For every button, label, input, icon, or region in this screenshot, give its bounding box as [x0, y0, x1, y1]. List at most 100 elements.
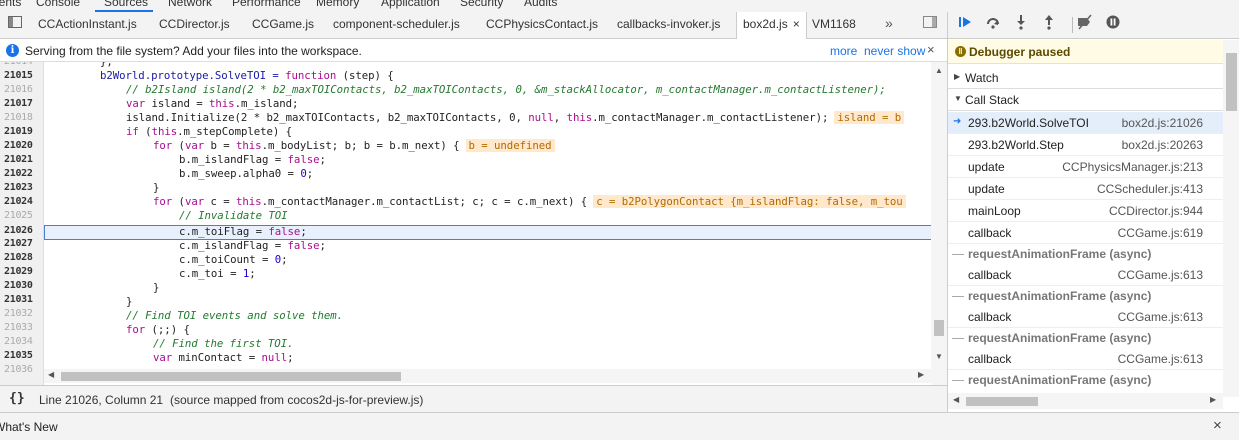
frame-location[interactable]: CCGame.js:619: [1118, 226, 1203, 240]
editor-vertical-scrollbar[interactable]: ▲ ▼: [931, 62, 947, 385]
frame-location[interactable]: box2d.js:21026: [1122, 116, 1203, 130]
panel-tab-elements[interactable]: ients: [0, 0, 21, 9]
line-number[interactable]: 21035: [4, 350, 40, 361]
step-out-icon[interactable]: [1038, 14, 1060, 36]
line-number[interactable]: 21018: [4, 112, 40, 123]
scroll-down-icon[interactable]: ▼: [935, 352, 943, 361]
infobar-close-icon[interactable]: ×: [927, 42, 935, 57]
code-token: false: [287, 153, 320, 166]
frame-location[interactable]: CCGame.js:613: [1118, 310, 1203, 324]
line-number[interactable]: 21030: [4, 280, 40, 291]
tab-callbacks-invoker[interactable]: callbacks-invoker.js: [617, 17, 720, 31]
deactivate-breakpoints-icon[interactable]: [1074, 14, 1096, 36]
frame-location[interactable]: CCScheduler.js:413: [1097, 182, 1203, 196]
call-stack-section-header[interactable]: ▼ Call Stack: [948, 89, 1223, 111]
frame-location[interactable]: CCGame.js:613: [1118, 268, 1203, 282]
step-into-icon[interactable]: [1010, 14, 1032, 36]
step-over-icon[interactable]: [982, 14, 1004, 36]
line-number[interactable]: 21015: [4, 70, 40, 81]
line-number[interactable]: 21029: [4, 266, 40, 277]
panel-tab-audits[interactable]: Audits: [524, 0, 557, 9]
code-token: island.Initialize(2 * b2_maxTOIContacts,…: [126, 111, 529, 124]
frame-location[interactable]: box2d.js:20263: [1122, 138, 1203, 152]
async-boundary: requestAnimationFrame (async): [948, 370, 1223, 390]
tab-component-scheduler[interactable]: component-scheduler.js: [333, 17, 460, 31]
pretty-print-icon[interactable]: {}: [9, 391, 25, 406]
call-frame[interactable]: callback CCGame.js:613: [948, 264, 1223, 286]
code-line-21027: c.m_islandFlag = false;: [179, 239, 326, 253]
editor-horizontal-scrollbar[interactable]: ◀ ▶: [44, 369, 931, 383]
sidebar-toggle-icon[interactable]: [8, 15, 22, 32]
scroll-right-icon[interactable]: ▶: [1210, 395, 1216, 404]
tab-ccphysicscontact[interactable]: CCPhysicsContact.js: [486, 17, 598, 31]
scrollbar-thumb[interactable]: [61, 372, 401, 381]
line-number[interactable]: 21031: [4, 294, 40, 305]
scrollbar-thumb[interactable]: [966, 397, 1038, 406]
frame-location[interactable]: CCPhysicsManager.js:213: [1062, 160, 1203, 174]
panel-tab-sources[interactable]: Sources: [104, 0, 148, 9]
call-frame[interactable]: callback CCGame.js:613: [948, 306, 1223, 328]
infobar-never-show-link[interactable]: never show: [864, 44, 925, 58]
line-number[interactable]: 21032: [4, 308, 40, 319]
call-frame[interactable]: 293.b2World.Step box2d.js:20263: [948, 134, 1223, 156]
line-number[interactable]: 21024: [4, 196, 40, 207]
sidebar-vertical-scrollbar[interactable]: [1223, 40, 1239, 397]
line-number[interactable]: 21028: [4, 252, 40, 263]
line-number[interactable]: 21017: [4, 98, 40, 109]
line-number[interactable]: 21027: [4, 238, 40, 249]
scroll-left-icon[interactable]: ◀: [48, 370, 54, 379]
drawer-tab-whats-new[interactable]: What's New: [0, 420, 58, 434]
source-map-info[interactable]: (source mapped from cocos2d-js-for-previ…: [170, 393, 423, 407]
panel-tab-security[interactable]: Security: [460, 0, 503, 9]
line-number[interactable]: 21025: [4, 210, 40, 221]
tab-box2d[interactable]: box2d.js ×: [736, 12, 807, 39]
line-number[interactable]: 21014: [4, 62, 40, 67]
scrollbar-thumb[interactable]: [1226, 53, 1237, 111]
resume-icon[interactable]: [954, 14, 976, 36]
tab-ccdirector[interactable]: CCDirector.js: [159, 17, 230, 31]
panel-tab-performance[interactable]: Performance: [232, 0, 301, 9]
tab-vm1168[interactable]: VM1168: [812, 17, 856, 31]
scroll-right-icon[interactable]: ▶: [918, 370, 924, 379]
execution-line-highlight: [44, 225, 932, 240]
line-number[interactable]: 21016: [4, 84, 40, 95]
sidebar-horizontal-scrollbar[interactable]: ◀ ▶: [948, 393, 1223, 409]
scrollbar-thumb[interactable]: [934, 320, 944, 336]
watch-section-header[interactable]: ▶ Watch: [948, 67, 1223, 89]
call-frame[interactable]: mainLoop CCDirector.js:944: [948, 200, 1223, 222]
call-frame[interactable]: callback CCGame.js:613: [948, 348, 1223, 370]
line-number[interactable]: 21020: [4, 140, 40, 151]
call-frame[interactable]: ➜ 293.b2World.SolveTOI box2d.js:21026: [948, 112, 1223, 134]
line-number[interactable]: 21019: [4, 126, 40, 137]
line-number[interactable]: 21033: [4, 322, 40, 333]
call-frame[interactable]: callback CCGame.js:619: [948, 222, 1223, 244]
call-frame[interactable]: update CCScheduler.js:413: [948, 178, 1223, 200]
line-number[interactable]: 21023: [4, 182, 40, 193]
panel-tab-application[interactable]: Application: [381, 0, 440, 9]
line-number[interactable]: 21034: [4, 336, 40, 347]
panel-tab-network[interactable]: Network: [168, 0, 212, 9]
panel-tab-memory[interactable]: Memory: [316, 0, 359, 9]
scroll-left-icon[interactable]: ◀: [953, 395, 959, 404]
line-number-gutter[interactable]: 21014 21015 21016 21017 21018 21019 21020 21021…: [0, 62, 44, 385]
frame-location[interactable]: CCGame.js:613: [1118, 352, 1203, 366]
code-line-21024: for (var c = this.m_contactManager.m_con…: [153, 195, 906, 209]
line-number[interactable]: 21022: [4, 168, 40, 179]
frame-location[interactable]: CCDirector.js:944: [1109, 204, 1203, 218]
frame-function-name: callback: [968, 226, 1012, 240]
drawer-close-icon[interactable]: ×: [1213, 417, 1222, 434]
tabs-overflow-icon[interactable]: »: [885, 15, 893, 31]
line-number[interactable]: 21021: [4, 154, 40, 165]
tab-ccgame[interactable]: CCGame.js: [252, 17, 314, 31]
line-number[interactable]: 21036: [4, 364, 40, 375]
infobar-more-link[interactable]: more: [830, 44, 857, 58]
code-editor[interactable]: 21014 21015 21016 21017 21018 21019 21020 21021…: [0, 62, 947, 385]
toggle-debugger-sidebar-icon[interactable]: [923, 15, 937, 32]
scroll-up-icon[interactable]: ▲: [935, 66, 943, 75]
pause-on-exceptions-icon[interactable]: [1102, 14, 1124, 36]
tab-ccactioninstant[interactable]: CCActionInstant.js: [38, 17, 137, 31]
tab-close-icon[interactable]: ×: [793, 17, 800, 31]
call-frame[interactable]: update CCPhysicsManager.js:213: [948, 156, 1223, 178]
line-number[interactable]: 21026: [4, 225, 40, 236]
panel-tab-console[interactable]: Console: [36, 0, 80, 9]
